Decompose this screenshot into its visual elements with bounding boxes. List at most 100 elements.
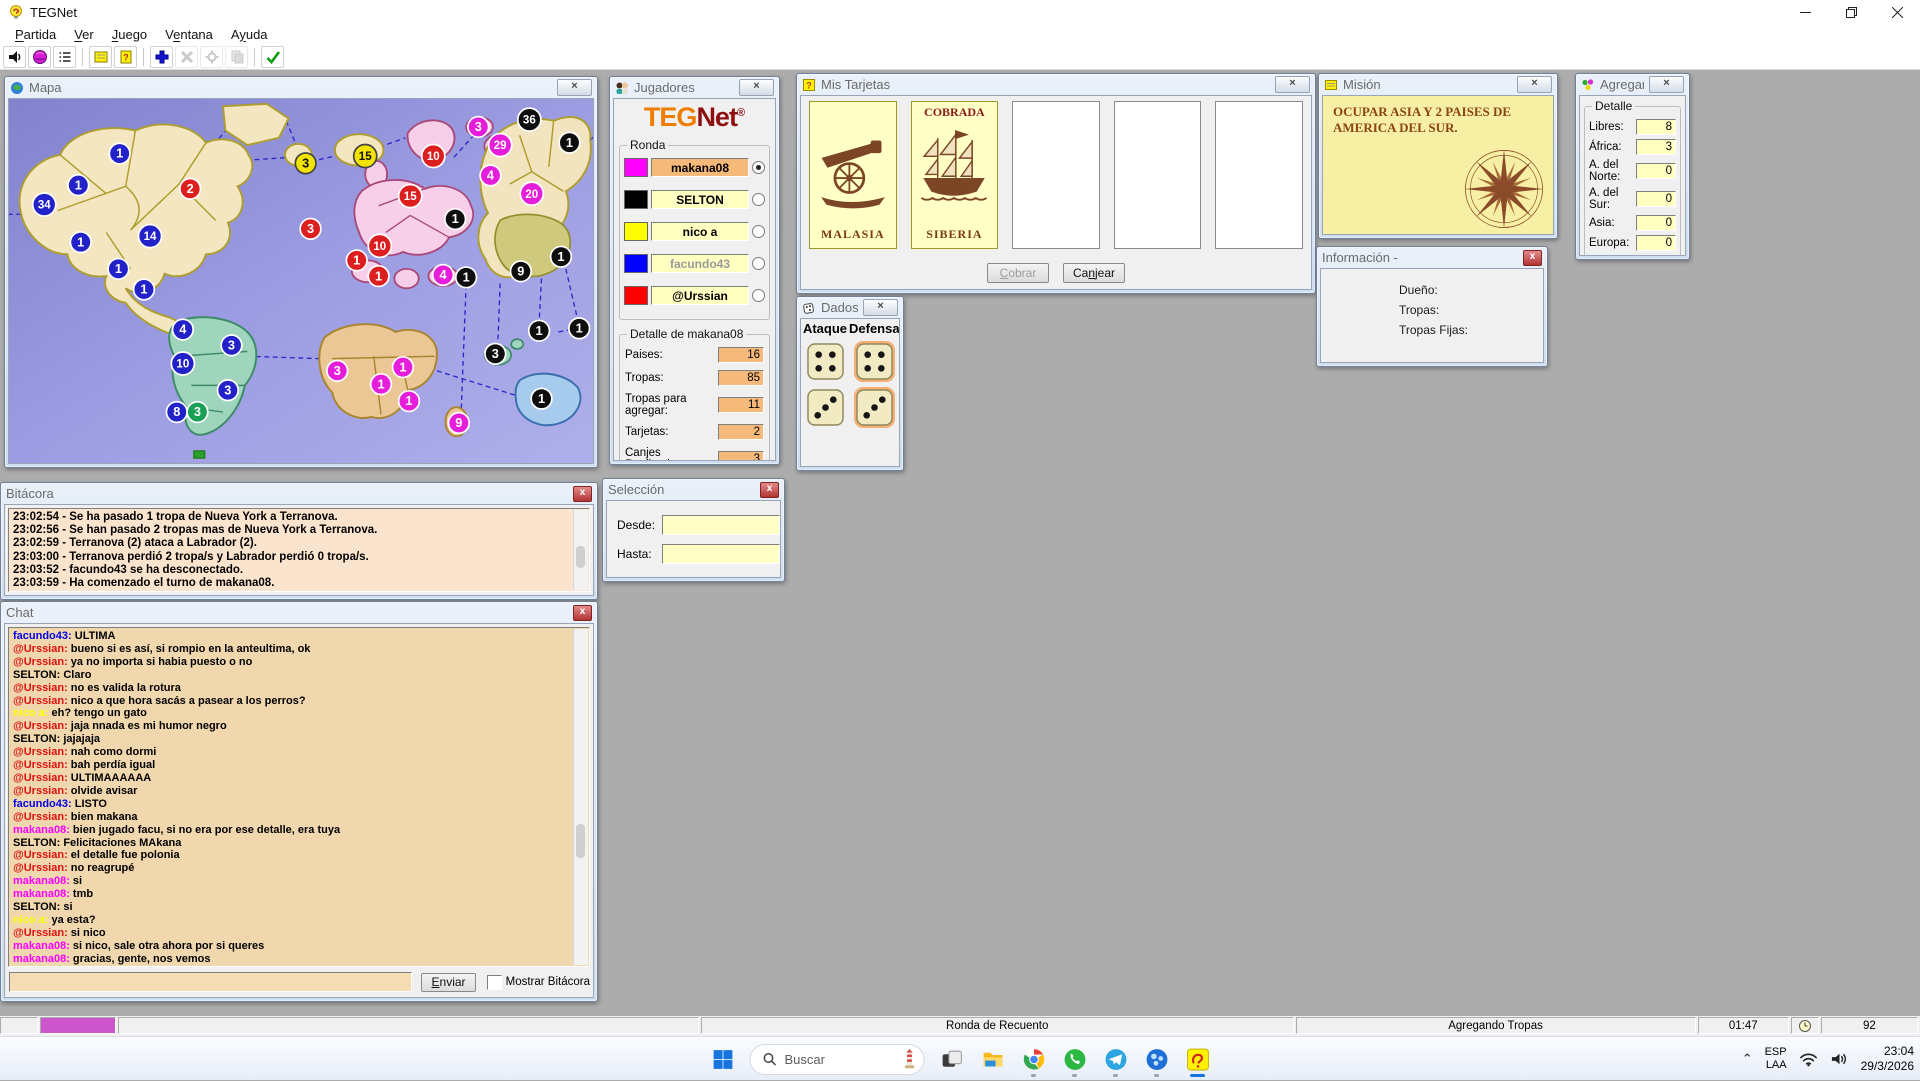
window-chat[interactable]: Chat x facundo43: ULTIMA @Urssian: bueno … bbox=[0, 601, 598, 1002]
army-marker[interactable]: 10 bbox=[420, 143, 446, 169]
sound-toolbar-button[interactable] bbox=[3, 45, 26, 68]
chat-titlebar[interactable]: Chat x bbox=[1, 602, 597, 623]
army-marker[interactable]: 3 bbox=[186, 400, 209, 424]
minimize-button[interactable] bbox=[1782, 0, 1828, 24]
close-icon[interactable]: × bbox=[557, 79, 592, 96]
send-button[interactable]: Enviar bbox=[421, 972, 476, 992]
window-jugadores[interactable]: Jugadores × TEGNet® Ronda makana08 SELTON… bbox=[609, 76, 780, 465]
clock[interactable]: 23:04 29/3/2026 bbox=[1861, 1044, 1914, 1074]
mapa-titlebar[interactable]: Mapa × bbox=[5, 77, 597, 98]
menu-ayuda[interactable]: Ayuda bbox=[222, 26, 277, 43]
taskbar-app-chrome[interactable] bbox=[1020, 1039, 1048, 1079]
player-radio[interactable] bbox=[752, 161, 765, 174]
army-marker[interactable]: 3 bbox=[467, 115, 490, 139]
army-marker[interactable]: 1 bbox=[369, 372, 393, 396]
army-marker[interactable]: 3 bbox=[216, 379, 240, 402]
close-icon[interactable]: x bbox=[1523, 249, 1542, 266]
army-marker[interactable]: 1 bbox=[67, 173, 90, 197]
close-icon[interactable]: x bbox=[573, 604, 592, 621]
window-agregar[interactable]: Agregar × Detalle Libres: 8 África: 3 A. del… bbox=[1575, 73, 1690, 260]
menu-ver[interactable]: Ver bbox=[65, 26, 103, 43]
army-marker[interactable]: 3 bbox=[220, 334, 243, 357]
army-marker[interactable]: 1 bbox=[527, 319, 551, 342]
army-marker[interactable]: 1 bbox=[69, 231, 92, 254]
search-input[interactable]: Buscar bbox=[749, 1043, 925, 1075]
confirm-toolbar-button[interactable] bbox=[261, 45, 284, 68]
chat-input[interactable] bbox=[9, 972, 413, 992]
army-marker[interactable]: 34 bbox=[31, 192, 57, 217]
close-icon[interactable]: × bbox=[863, 299, 898, 316]
army-marker[interactable]: 1 bbox=[397, 389, 421, 413]
language-indicator[interactable]: ESP LAA bbox=[1765, 1046, 1787, 1072]
army-marker[interactable]: 20 bbox=[519, 181, 545, 207]
wifi-icon[interactable] bbox=[1799, 1051, 1818, 1067]
army-marker[interactable]: 10 bbox=[367, 233, 393, 259]
army-marker[interactable]: 15 bbox=[397, 183, 423, 209]
taskbar-app-telegram[interactable] bbox=[1102, 1039, 1130, 1079]
army-marker[interactable]: 1 bbox=[132, 278, 156, 301]
army-marker[interactable]: 10 bbox=[170, 351, 196, 376]
army-marker[interactable]: 1 bbox=[558, 131, 581, 154]
player-radio[interactable] bbox=[752, 289, 765, 302]
tray-chevron-icon[interactable]: ⌃ bbox=[1742, 1051, 1753, 1067]
agregar-titlebar[interactable]: Agregar × bbox=[1576, 74, 1689, 95]
seleccion-titlebar[interactable]: Selección x bbox=[603, 479, 784, 500]
army-marker[interactable]: 8 bbox=[165, 400, 188, 424]
army-marker[interactable]: 3 bbox=[326, 359, 349, 382]
player-name[interactable]: makana08 bbox=[651, 158, 749, 177]
army-marker[interactable]: 1 bbox=[454, 266, 478, 289]
taskbar-app-explorer[interactable] bbox=[979, 1039, 1007, 1079]
army-marker[interactable]: 4 bbox=[171, 318, 195, 341]
close-icon[interactable]: × bbox=[1275, 76, 1310, 93]
log-list-toolbar-button[interactable] bbox=[53, 45, 76, 68]
taskbar-app-sphere[interactable] bbox=[1143, 1039, 1171, 1079]
window-bitacora[interactable]: Bitácora x 23:02:54 - Se ha pasado 1 tro… bbox=[0, 482, 598, 600]
army-marker[interactable]: 9 bbox=[447, 411, 471, 435]
army-marker[interactable]: 3 bbox=[294, 152, 317, 175]
desde-input[interactable] bbox=[662, 515, 780, 535]
log-scrollbar[interactable] bbox=[573, 510, 588, 590]
taskbar-app-taskview[interactable] bbox=[938, 1039, 966, 1079]
territory-card[interactable]: COBRADA SIBERIA bbox=[910, 101, 999, 249]
window-mapa[interactable]: Mapa × 1 1 34 1 14 1 1 2 3 3 15 3 29 10 … bbox=[4, 76, 598, 468]
player-name[interactable]: @Urssian bbox=[651, 286, 749, 305]
close-icon[interactable]: × bbox=[739, 79, 774, 96]
menu-juego[interactable]: Juego bbox=[103, 26, 156, 43]
close-icon[interactable]: x bbox=[760, 481, 779, 498]
taskbar-app-tegnet[interactable] bbox=[1184, 1039, 1212, 1079]
window-seleccion[interactable]: Selección x Desde: Hasta: bbox=[602, 478, 785, 582]
menu-ventana[interactable]: Ventana bbox=[156, 26, 222, 43]
army-marker[interactable]: 14 bbox=[137, 223, 163, 249]
army-marker[interactable]: 15 bbox=[352, 143, 378, 169]
volume-icon[interactable] bbox=[1830, 1051, 1849, 1067]
army-marker[interactable]: 4 bbox=[479, 164, 502, 187]
jugadores-titlebar[interactable]: Jugadores × bbox=[610, 77, 779, 98]
army-marker[interactable]: 1 bbox=[367, 264, 390, 288]
army-marker[interactable]: 36 bbox=[516, 107, 542, 133]
player-name[interactable]: facundo43 bbox=[651, 254, 749, 273]
chat-scrollbar[interactable] bbox=[573, 629, 588, 965]
dados-titlebar[interactable]: Dados × bbox=[797, 297, 903, 318]
close-icon[interactable]: × bbox=[1517, 76, 1552, 93]
player-radio[interactable] bbox=[752, 193, 765, 206]
player-radio[interactable] bbox=[752, 225, 765, 238]
player-radio[interactable] bbox=[752, 257, 765, 270]
tarjetas-titlebar[interactable]: ? Mis Tarjetas × bbox=[797, 74, 1315, 95]
window-dados[interactable]: Dados × Ataque Defensa bbox=[796, 296, 904, 471]
army-marker[interactable]: 1 bbox=[107, 257, 130, 281]
hasta-input[interactable] bbox=[662, 544, 780, 564]
taskbar-app-start[interactable] bbox=[709, 1039, 737, 1079]
menu-partida[interactable]: Partida bbox=[6, 26, 65, 43]
maximize-button[interactable] bbox=[1828, 0, 1874, 24]
world-map[interactable]: 11341 1411233 15329101511011 4 1361420194310… bbox=[9, 99, 594, 463]
army-marker[interactable]: 9 bbox=[509, 260, 533, 283]
window-mision[interactable]: Misión × OCUPAR ASIA Y 2 PAISES DE AMERI… bbox=[1318, 73, 1558, 239]
player-name[interactable]: nico a bbox=[651, 222, 749, 241]
army-marker[interactable]: 1 bbox=[391, 355, 415, 379]
window-informacion[interactable]: Información - x Dueño: Tropas: Tropas Fija… bbox=[1316, 246, 1548, 367]
army-marker[interactable]: 4 bbox=[431, 263, 455, 287]
informacion-titlebar[interactable]: Información - x bbox=[1317, 247, 1547, 268]
canjear-button[interactable]: Canjear bbox=[1063, 263, 1125, 283]
army-marker[interactable]: 1 bbox=[444, 207, 467, 231]
notes-toolbar-button[interactable] bbox=[89, 45, 112, 68]
